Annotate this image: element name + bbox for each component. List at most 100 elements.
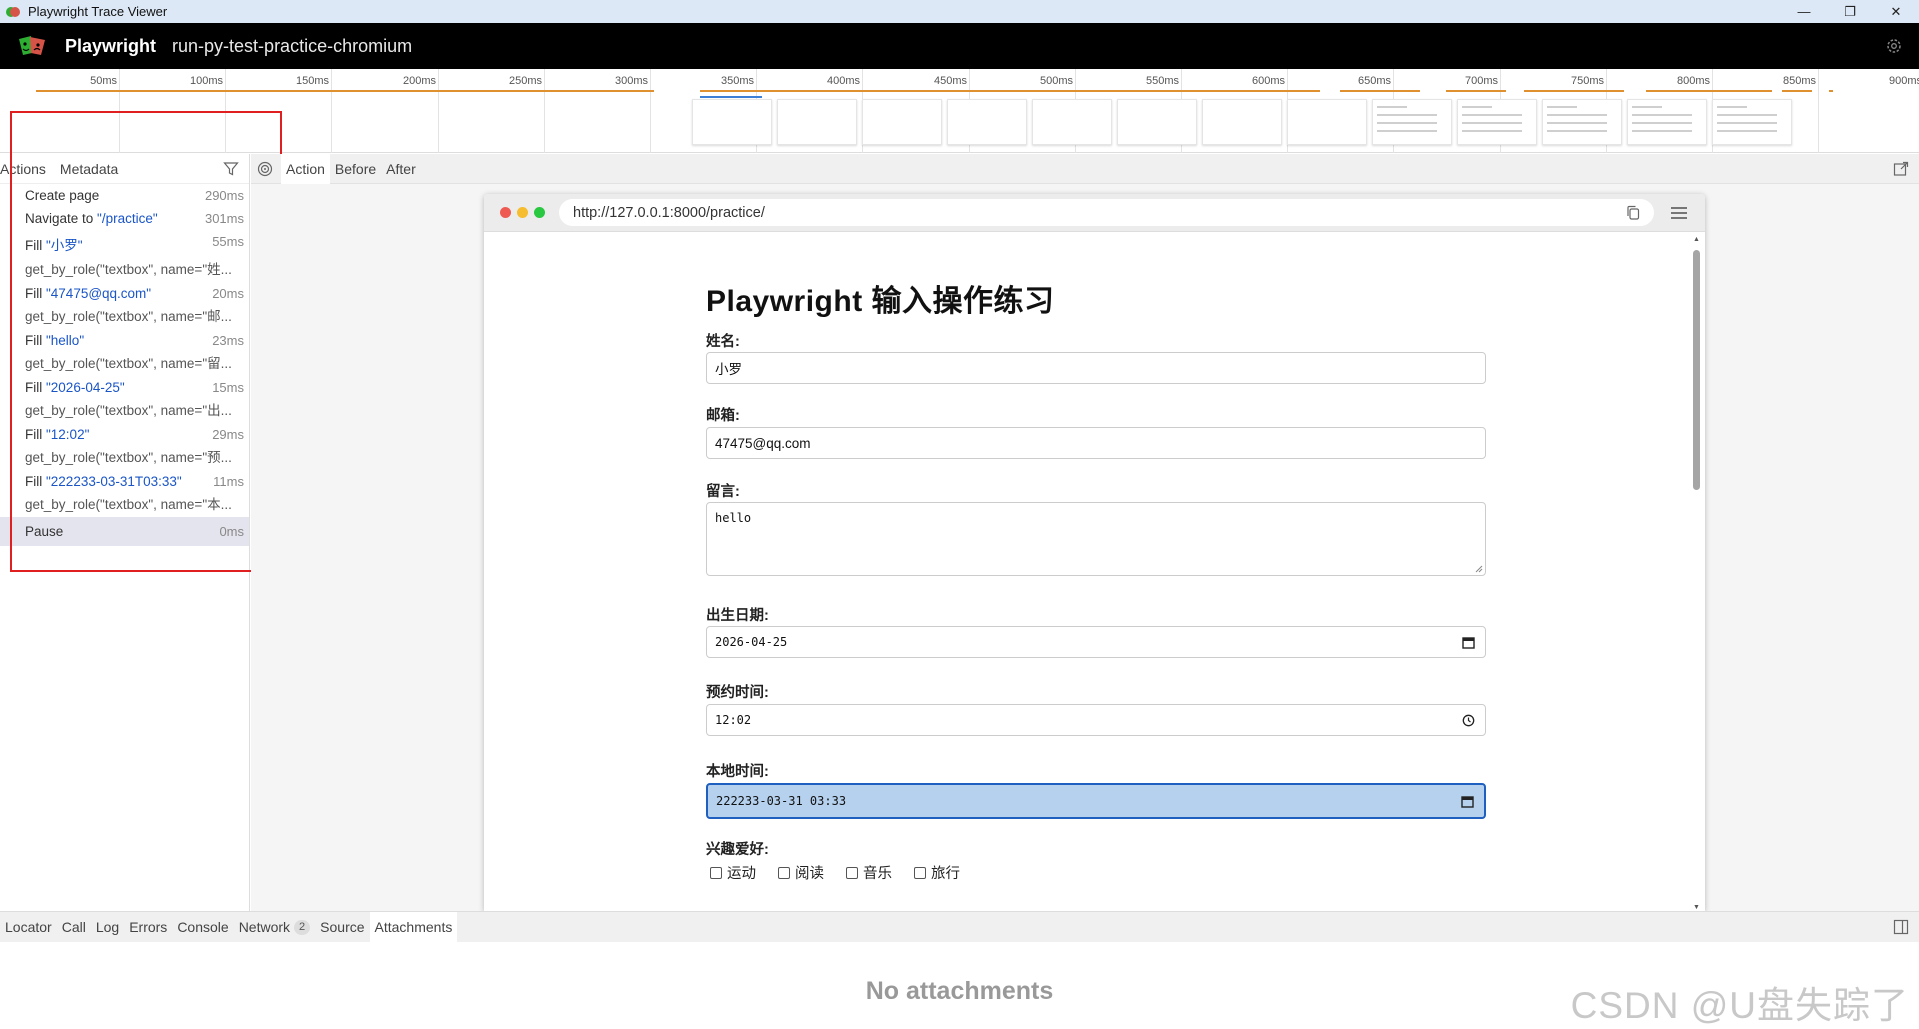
birthdate-input[interactable]: 2026-04-25: [706, 626, 1486, 658]
action-fill-time[interactable]: Fill "12:02" get_by_role("textbox", name…: [0, 423, 249, 470]
action-fill-message[interactable]: Fill "hello" get_by_role("textbox", name…: [0, 329, 249, 376]
tab-console[interactable]: Console: [172, 912, 233, 942]
name-input[interactable]: 小罗: [706, 352, 1486, 384]
timeline-tick-label: 100ms: [189, 75, 223, 87]
action-navigate[interactable]: Navigate to "/practice" 301ms: [0, 207, 249, 230]
timeline-tick-label: 550ms: [1145, 75, 1179, 87]
page-heading: Playwright 输入操作练习: [706, 285, 1055, 318]
hobbies-checkbox-group: 运动 阅读 音乐 旅行: [706, 862, 978, 883]
local-datetime-input[interactable]: 222233-03-31 03:33: [706, 783, 1486, 819]
minimize-button[interactable]: —: [1781, 0, 1827, 23]
action-label: Fill: [25, 333, 46, 348]
checkbox-box[interactable]: [710, 866, 722, 879]
hobby-music-checkbox[interactable]: 音乐: [842, 862, 892, 883]
tab-errors[interactable]: Errors: [124, 912, 172, 942]
timeline-bar-fill-2: [1340, 90, 1420, 92]
close-button[interactable]: ✕: [1873, 0, 1919, 23]
action-title: Fill "小罗": [25, 234, 243, 254]
action-fill-name[interactable]: Fill "小罗" get_by_role("textbox", name="姓…: [0, 230, 249, 282]
timeline-tick: [331, 69, 332, 153]
tab-call[interactable]: Call: [57, 912, 91, 942]
app-header: Playwright run-py-test-practice-chromium: [0, 23, 1919, 69]
scroll-up-arrow-icon[interactable]: ▲: [1692, 236, 1701, 243]
scroll-down-arrow-icon[interactable]: ▼: [1692, 904, 1701, 911]
timeline-bar-action: [700, 96, 762, 98]
restore-button[interactable]: ❐: [1827, 0, 1873, 23]
timeline-thumbnail[interactable]: [1542, 99, 1622, 145]
hobby-reading-checkbox[interactable]: 阅读: [774, 862, 824, 883]
copy-icon[interactable]: [1626, 205, 1640, 220]
hobby-sports-checkbox[interactable]: 运动: [706, 862, 756, 883]
timeline-tick: [650, 69, 651, 153]
timeline-thumbnail[interactable]: [1287, 99, 1367, 145]
tab-metadata[interactable]: Metadata: [53, 154, 125, 184]
timeline-thumbnail[interactable]: [862, 99, 942, 145]
tab-locator[interactable]: Locator: [0, 912, 57, 942]
action-pause[interactable]: Pause 0ms: [0, 517, 249, 546]
action-fill-email[interactable]: Fill "47475@qq.com" get_by_role("textbox…: [0, 282, 249, 329]
timeline-thumbnail[interactable]: [947, 99, 1027, 145]
name-input-value: 小罗: [715, 362, 742, 377]
timeline[interactable]: 50ms 100ms 150ms 200ms 250ms 300ms 350ms 400ms 4…: [0, 69, 1919, 153]
url-text: http://127.0.0.1:8000/practice/: [573, 204, 765, 221]
message-textarea[interactable]: hello: [706, 502, 1486, 576]
timeline-thumbnail[interactable]: [1627, 99, 1707, 145]
timeline-thumbnail[interactable]: [692, 99, 772, 145]
pick-locator-icon[interactable]: [257, 161, 273, 177]
timeline-thumbnail[interactable]: [1032, 99, 1112, 145]
action-locator: get_by_role("textbox", name="留...: [25, 356, 232, 371]
tab-source[interactable]: Source: [315, 912, 369, 942]
timeline-thumbnail[interactable]: [1117, 99, 1197, 145]
timeline-tick-label: 200ms: [402, 75, 436, 87]
email-input[interactable]: 47475@qq.com: [706, 427, 1486, 459]
checkbox-box[interactable]: [846, 866, 858, 879]
page-scrollbar[interactable]: ▲ ▼: [1692, 236, 1701, 911]
tab-after[interactable]: After: [381, 154, 421, 184]
timeline-bar-fill-1: [700, 90, 1320, 92]
filter-icon[interactable]: [223, 161, 239, 177]
clock-icon[interactable]: [1462, 714, 1475, 727]
checkbox-box[interactable]: [914, 866, 926, 879]
action-fill-localtime[interactable]: Fill "222233-03-31T03:33" get_by_role("t…: [0, 470, 249, 517]
checkbox-box[interactable]: [778, 866, 790, 879]
actions-pane-tabs: Actions Metadata: [0, 154, 249, 184]
action-fill-birthdate[interactable]: Fill "2026-04-25" get_by_role("textbox",…: [0, 376, 249, 423]
hamburger-menu-icon[interactable]: [1670, 206, 1688, 220]
toggle-layout-icon[interactable]: [1893, 919, 1909, 935]
tab-action[interactable]: Action: [281, 153, 330, 184]
calendar-icon[interactable]: [1461, 795, 1474, 808]
close-dot-icon: [500, 207, 511, 218]
hobby-travel-checkbox[interactable]: 旅行: [910, 862, 960, 883]
settings-gear-icon[interactable]: [1885, 37, 1903, 55]
tab-before[interactable]: Before: [330, 154, 381, 184]
appointment-time-input[interactable]: 12:02: [706, 704, 1486, 736]
action-duration: 11ms: [213, 474, 244, 489]
timeline-thumbnail[interactable]: [1457, 99, 1537, 145]
action-create-page[interactable]: Create page 290ms: [0, 184, 249, 207]
timeline-tick: [119, 69, 120, 153]
hobbies-label: 兴趣爱好:: [706, 842, 769, 858]
timeline-tick: [544, 69, 545, 153]
tab-actions[interactable]: Actions: [0, 154, 53, 184]
timeline-thumbnail[interactable]: [777, 99, 857, 145]
tab-network[interactable]: Network 2: [234, 912, 315, 942]
timeline-thumbnail[interactable]: [1202, 99, 1282, 145]
timeline-thumbnail[interactable]: [1712, 99, 1792, 145]
open-in-new-window-icon[interactable]: [1893, 161, 1909, 177]
scrollbar-thumb[interactable]: [1693, 250, 1700, 490]
resize-handle-icon[interactable]: [1475, 565, 1483, 573]
action-locator: get_by_role("textbox", name="本...: [25, 497, 232, 512]
timeline-tick-label: 900ms: [1888, 75, 1919, 87]
practice-form: Playwright 输入操作练习 姓名: 小罗 邮箱: 47475@qq.co…: [706, 232, 1488, 882]
tab-attachments[interactable]: Attachments: [369, 912, 458, 942]
tab-log[interactable]: Log: [91, 912, 124, 942]
action-duration: 290ms: [204, 188, 244, 203]
url-bar[interactable]: http://127.0.0.1:8000/practice/: [559, 199, 1654, 226]
calendar-icon[interactable]: [1462, 636, 1475, 649]
timeline-bar-pause: [1829, 90, 1833, 92]
action-label: Fill: [25, 380, 46, 395]
action-title: Fill "hello": [25, 333, 243, 348]
action-locator: get_by_role("textbox", name="出...: [25, 403, 232, 418]
timeline-thumbnail[interactable]: [1372, 99, 1452, 145]
message-label: 留言:: [706, 484, 740, 500]
